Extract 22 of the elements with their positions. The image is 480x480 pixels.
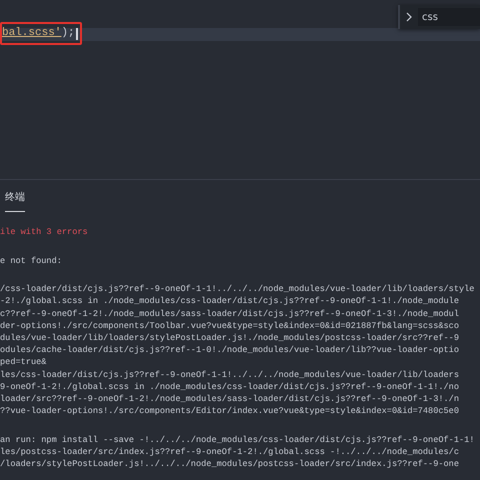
terminal-line: odules/cache-loader/dist/cjs.js??ref--1-0!./node_modules/vue-loader/lib??vue-loader-optio	[0, 344, 459, 356]
terminal-line: les/postcss-loader/src/index.js??ref--9-oneOf-1-2!./global.scss -!../../../node_modules/c	[0, 446, 459, 458]
find-field[interactable]: css	[418, 8, 480, 26]
chevron-icon[interactable]	[406, 12, 412, 22]
terminal-line: dules/vue-loader/lib/loaders/stylePostLoader.js!./node_modules/postcss-loader/src??ref--9	[0, 332, 459, 344]
code-text: bal.scss'	[2, 26, 62, 42]
panel-tab[interactable]: 终端	[5, 186, 25, 212]
code-text: );	[61, 26, 75, 42]
terminal-line: loader/src??ref--9-oneOf-1-2!./node_modules/sass-loader/dist/cjs.js??ref--9-oneOf-1-3!./n	[0, 393, 459, 406]
terminal-line: les/css-loader/dist/cjs.js??ref--9-oneOf-1-1!../../../node_modules/vue-loader/lib/loaders	[0, 368, 459, 381]
terminal-line: der-options!./src/components/Toolbar.vue?vue&type=style&index=0&id=021887fb&lang=scss&sco	[0, 320, 459, 332]
terminal-line: /loaders/stylePostLoader.js!../../../node_modules/postcss-loader/src/index.js??ref--9-one	[0, 458, 459, 470]
terminal-line: ??vue-loader-options!./src/components/Editor/index.vue?vue&type=style&index=0&id=7480c5e0	[0, 405, 459, 418]
terminal-line: e not found:	[0, 254, 62, 267]
terminal-line: 9-oneOf-1-2!./global.scss in ./node_modules/css-loader/dist/cjs.js??ref--9-oneOf-1-1!./no	[0, 380, 459, 393]
terminal-line: an run: npm install --save -!../../../node_modules/css-loader/dist/cjs.js??ref--9-oneOf-1-1!	[0, 434, 474, 446]
terminal-line: -2!./global.scss in ./node_modules/css-loader/dist/cjs.js??ref--9-oneOf-1-1!./node_module	[0, 295, 459, 308]
terminal-line: ped=true&	[0, 356, 46, 369]
terminal-line: c??ref--9-oneOf-1-2!./node_modules/sass-loader/dist/cjs.js??ref--9-oneOf-1-3!./node_modul	[0, 308, 459, 320]
text-cursor	[76, 28, 78, 40]
error-line: ile with 3 errors	[0, 226, 88, 238]
terminal-line: /css-loader/dist/cjs.js??ref--9-oneOf-1-1!../../../node_modules/vue-loader/lib/loaders/style	[0, 283, 474, 296]
